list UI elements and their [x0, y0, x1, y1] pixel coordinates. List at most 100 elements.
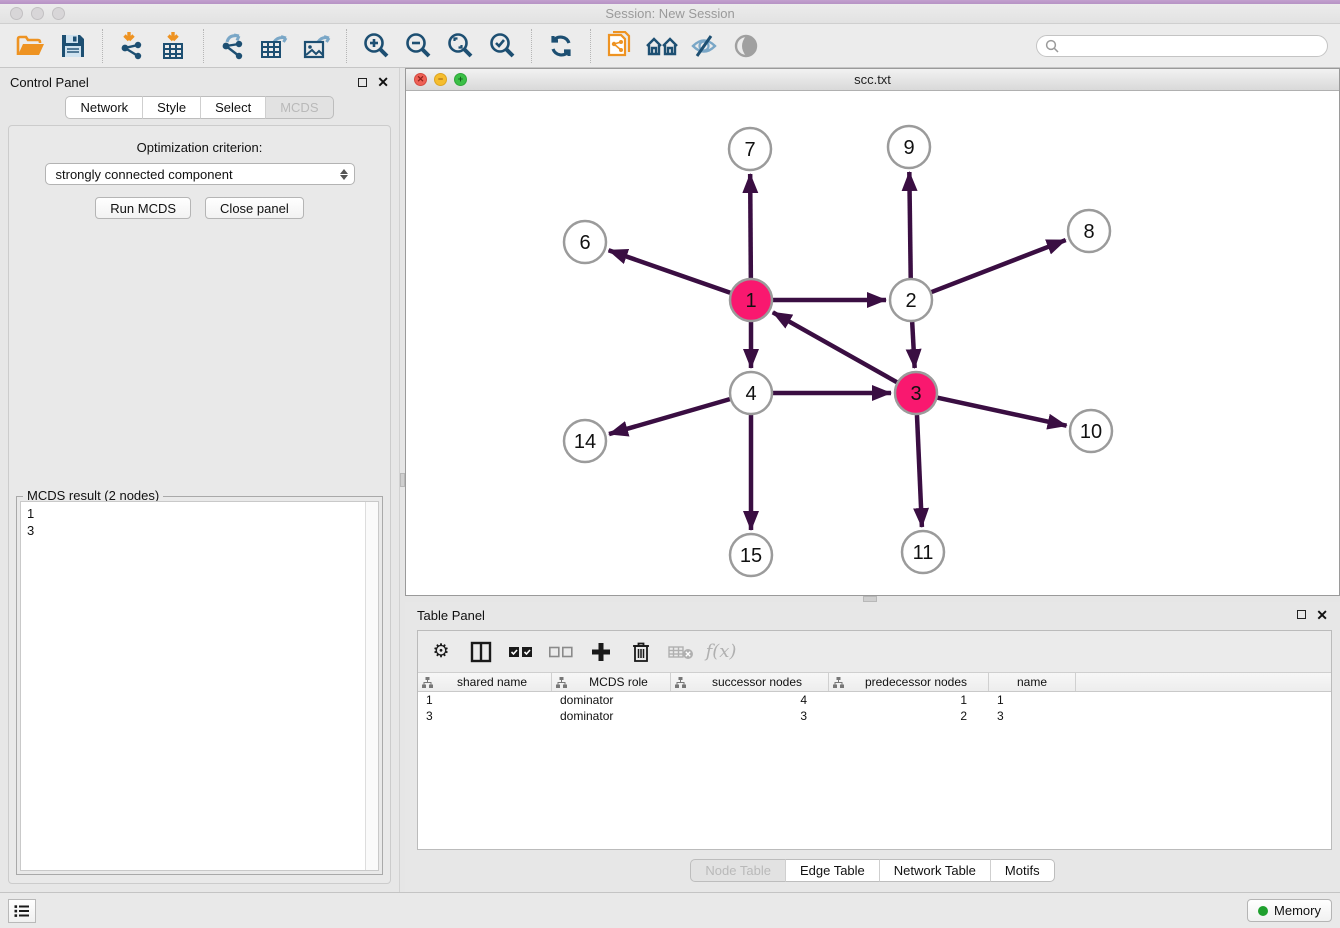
- column-header-mcds-role[interactable]: MCDS role: [552, 673, 671, 691]
- table-cell-predecessor-nodes[interactable]: 1: [829, 693, 989, 707]
- tab-network-table[interactable]: Network Table: [880, 859, 991, 882]
- float-panel-icon[interactable]: [358, 78, 367, 87]
- edge-4-14[interactable]: [609, 399, 730, 434]
- graph-node-14[interactable]: 14: [564, 420, 606, 462]
- table-cell-predecessor-nodes[interactable]: 2: [829, 709, 989, 723]
- import-network-icon[interactable]: [113, 28, 151, 64]
- refresh-layout-icon[interactable]: [542, 28, 580, 64]
- close-panel-icon[interactable]: ✕: [377, 77, 389, 87]
- table-cell-shared-name[interactable]: 1: [418, 693, 552, 707]
- search-field[interactable]: [1036, 35, 1328, 57]
- window-titlebar: Session: New Session: [0, 4, 1340, 24]
- export-image-icon[interactable]: [298, 28, 336, 64]
- column-header-shared-name[interactable]: shared name: [418, 673, 552, 691]
- column-header-label: name: [993, 675, 1071, 689]
- tab-edge-table[interactable]: Edge Table: [786, 859, 880, 882]
- table-cell-mcds-role[interactable]: dominator: [552, 709, 671, 723]
- zoom-in-icon[interactable]: [357, 28, 395, 64]
- graph-node-9[interactable]: 9: [888, 126, 930, 168]
- add-column-plus-icon[interactable]: [588, 639, 614, 665]
- edge-3-11[interactable]: [917, 415, 922, 527]
- first-neighbors-icon[interactable]: [643, 28, 681, 64]
- deselect-all-icon[interactable]: [548, 639, 574, 665]
- graph-node-7[interactable]: 7: [729, 128, 771, 170]
- open-folder-icon[interactable]: [12, 28, 50, 64]
- graph-node-11[interactable]: 11: [902, 531, 944, 573]
- table-row[interactable]: 1dominator411: [418, 692, 1331, 708]
- edge-2-8[interactable]: [932, 240, 1066, 292]
- table-cell-name[interactable]: 1: [989, 693, 1076, 707]
- show-all-eye-icon[interactable]: [727, 28, 765, 64]
- tab-motifs[interactable]: Motifs: [991, 859, 1055, 882]
- graph-node-6[interactable]: 6: [564, 221, 606, 263]
- edge-1-6[interactable]: [609, 250, 731, 292]
- graph-node-8[interactable]: 8: [1068, 210, 1110, 252]
- mcds-result-groupbox: MCDS result (2 nodes) 1 3: [16, 496, 383, 875]
- export-table-icon[interactable]: [256, 28, 294, 64]
- tab-select[interactable]: Select: [201, 96, 266, 119]
- zoom-selected-icon[interactable]: [483, 28, 521, 64]
- table-cell-mcds-role[interactable]: dominator: [552, 693, 671, 707]
- table-cell-successor-nodes[interactable]: 3: [671, 709, 829, 723]
- edge-2-3[interactable]: [912, 322, 914, 368]
- edge-3-10[interactable]: [937, 398, 1066, 426]
- graph-node-4[interactable]: 4: [730, 372, 772, 414]
- close-panel-icon[interactable]: ✕: [1316, 610, 1328, 620]
- graph-node-15[interactable]: 15: [730, 534, 772, 576]
- search-input[interactable]: [1059, 39, 1319, 53]
- column-header-predecessor-nodes[interactable]: predecessor nodes: [829, 673, 989, 691]
- node-table: shared name MCDS role successor nodes prede…: [418, 673, 1331, 724]
- edge-2-9[interactable]: [909, 172, 910, 278]
- table-panel-tabs: Node TableEdge TableNetwork TableMotifs: [690, 859, 1054, 882]
- network-canvas[interactable]: 1 2 3 4 6 7 8 9 10 11 14 15: [406, 91, 1339, 595]
- column-header-label: predecessor nodes: [848, 675, 984, 689]
- tab-network[interactable]: Network: [65, 96, 143, 119]
- node-label: 4: [745, 383, 756, 405]
- graph-node-1[interactable]: 1: [730, 279, 772, 321]
- memory-button[interactable]: Memory: [1247, 899, 1332, 922]
- task-history-button[interactable]: [8, 899, 36, 923]
- zoom-fit-icon[interactable]: [441, 28, 479, 64]
- column-header-name[interactable]: name: [989, 673, 1076, 691]
- apply-function-icon: f(x): [708, 639, 734, 665]
- table-cell-shared-name[interactable]: 3: [418, 709, 552, 723]
- close-panel-button[interactable]: Close panel: [205, 197, 304, 219]
- column-type-icon: [556, 677, 567, 688]
- graph-node-3[interactable]: 3: [895, 372, 937, 414]
- select-all-icon[interactable]: [508, 639, 534, 665]
- result-scrollbar[interactable]: [365, 502, 378, 870]
- column-header-label: MCDS role: [571, 675, 666, 689]
- graph-node-2[interactable]: 2: [890, 279, 932, 321]
- run-mcds-button[interactable]: Run MCDS: [95, 197, 191, 219]
- duplicate-network-icon[interactable]: [601, 28, 639, 64]
- criterion-select[interactable]: strongly connected component: [45, 163, 355, 185]
- table-settings-gear-icon[interactable]: ⚙: [428, 639, 454, 665]
- network-window-titlebar: ✕ − + scc.txt: [406, 69, 1339, 91]
- delete-column-trash-icon[interactable]: [628, 639, 654, 665]
- graph-node-10[interactable]: 10: [1070, 410, 1112, 452]
- network-graph[interactable]: 1 2 3 4 6 7 8 9 10 11 14 15: [406, 91, 1339, 595]
- table-row[interactable]: 3dominator323: [418, 708, 1331, 724]
- float-panel-icon[interactable]: [1297, 610, 1306, 619]
- column-type-icon: [675, 677, 686, 688]
- mcds-result-list[interactable]: 1 3: [21, 502, 365, 870]
- splitter-handle[interactable]: [400, 473, 405, 487]
- import-table-icon[interactable]: [155, 28, 193, 64]
- column-layout-icon[interactable]: [468, 639, 494, 665]
- node-label: 14: [574, 431, 596, 453]
- edge-1-7[interactable]: [750, 174, 751, 278]
- tab-style[interactable]: Style: [143, 96, 201, 119]
- tab-node-table[interactable]: Node Table: [690, 859, 786, 882]
- edge-3-1[interactable]: [773, 312, 897, 382]
- tab-mcds[interactable]: MCDS: [266, 96, 333, 119]
- window-title: Session: New Session: [0, 6, 1340, 21]
- table-cell-successor-nodes[interactable]: 4: [671, 693, 829, 707]
- save-session-icon[interactable]: [54, 28, 92, 64]
- hide-selected-eye-slash-icon[interactable]: [685, 28, 723, 64]
- column-header-successor-nodes[interactable]: successor nodes: [671, 673, 829, 691]
- node-label: 7: [744, 139, 755, 161]
- table-cell-name[interactable]: 3: [989, 709, 1076, 723]
- export-network-icon[interactable]: [214, 28, 252, 64]
- zoom-out-icon[interactable]: [399, 28, 437, 64]
- application-window: Session: New Session: [0, 0, 1340, 928]
